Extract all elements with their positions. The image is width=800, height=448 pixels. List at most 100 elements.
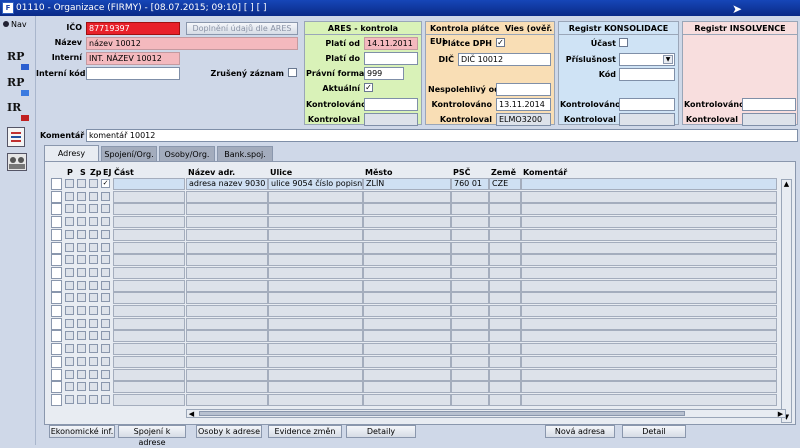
cell-cast[interactable]	[113, 381, 185, 394]
cell-mesto[interactable]	[363, 228, 451, 241]
row-selector[interactable]	[51, 355, 62, 368]
cell-zeme[interactable]	[489, 241, 521, 254]
row-ej-checkbox[interactable]	[101, 191, 110, 201]
row-s-checkbox[interactable]	[77, 394, 86, 404]
cell-nazev[interactable]	[186, 190, 268, 203]
cell-nazev[interactable]	[186, 381, 268, 394]
ares-plati-do-field[interactable]	[364, 52, 418, 65]
ares-kontroloval-field[interactable]	[364, 113, 418, 126]
row-ej-checkbox[interactable]	[101, 293, 110, 303]
row-zp-checkbox[interactable]	[89, 179, 98, 188]
cell-cast[interactable]	[113, 330, 185, 343]
zruseny-checkbox[interactable]	[288, 68, 297, 77]
cell-komentar[interactable]	[521, 254, 777, 267]
row-ej-checkbox[interactable]	[101, 344, 110, 354]
ekonomicke-inf-button[interactable]: Ekonomické inf.	[49, 425, 115, 438]
row-p-checkbox[interactable]	[65, 255, 74, 265]
cell-mesto[interactable]	[363, 279, 451, 292]
table-row[interactable]	[45, 393, 785, 406]
row-zp-checkbox[interactable]	[89, 217, 98, 227]
interni-field[interactable]: INT. NÁZEV 10012	[86, 52, 180, 65]
komentar-field[interactable]: komentář 10012	[86, 129, 798, 142]
ucast-checkbox[interactable]	[619, 38, 628, 47]
cell-cast[interactable]	[113, 266, 185, 279]
cell-psc[interactable]: 760 01	[451, 178, 489, 190]
table-row[interactable]	[45, 254, 785, 267]
table-row[interactable]	[45, 228, 785, 241]
nova-adresa-button[interactable]: Nová adresa	[545, 425, 615, 438]
cell-psc[interactable]	[451, 355, 489, 368]
row-selector[interactable]	[51, 305, 62, 317]
row-ej-checkbox[interactable]	[101, 331, 110, 341]
cell-psc[interactable]	[451, 241, 489, 254]
row-zp-checkbox[interactable]	[89, 318, 98, 328]
cell-psc[interactable]	[451, 317, 489, 330]
ir-button[interactable]: IR	[7, 101, 29, 121]
cell-komentar[interactable]	[521, 330, 777, 343]
cell-ulice[interactable]: ulice 9054 číslo popisné 90	[268, 178, 363, 190]
row-zp-checkbox[interactable]	[89, 204, 98, 214]
row-zp-checkbox[interactable]	[89, 382, 98, 392]
row-selector[interactable]	[51, 381, 62, 394]
row-s-checkbox[interactable]	[77, 191, 86, 201]
table-row[interactable]	[45, 317, 785, 330]
evidence-zmen-button[interactable]: Evidence změn	[268, 425, 342, 438]
cell-zeme[interactable]	[489, 381, 521, 394]
row-ej-checkbox[interactable]	[101, 394, 110, 404]
cell-psc[interactable]	[451, 330, 489, 343]
vertical-scrollbar[interactable]: ▲ ▼	[781, 179, 792, 423]
cell-komentar[interactable]	[521, 190, 777, 203]
interni-kod-field[interactable]	[86, 67, 180, 80]
cell-ulice[interactable]	[268, 317, 363, 330]
cell-psc[interactable]	[451, 216, 489, 229]
row-p-checkbox[interactable]	[65, 356, 74, 366]
row-ej-checkbox[interactable]	[101, 229, 110, 239]
row-p-checkbox[interactable]	[65, 179, 74, 188]
cell-nazev[interactable]	[186, 330, 268, 343]
ares-plati-od-field[interactable]: 14.11.2011	[364, 37, 418, 50]
cell-ulice[interactable]	[268, 190, 363, 203]
cell-zeme[interactable]	[489, 216, 521, 229]
tab-adresy[interactable]: Adresy	[44, 145, 99, 162]
cell-psc[interactable]	[451, 393, 489, 406]
spojeni-k-adrese-button[interactable]: Spojení k adrese	[118, 425, 186, 447]
row-s-checkbox[interactable]	[77, 293, 86, 303]
rp-button-1[interactable]: RP	[7, 50, 29, 70]
cell-ulice[interactable]	[268, 368, 363, 381]
cell-nazev[interactable]	[186, 254, 268, 267]
cell-ulice[interactable]	[268, 343, 363, 356]
table-row[interactable]	[45, 216, 785, 229]
cell-nazev[interactable]	[186, 368, 268, 381]
row-ej-checkbox-checked[interactable]: ✓	[101, 179, 110, 188]
cell-zeme[interactable]	[489, 317, 521, 330]
row-selector[interactable]	[51, 228, 62, 241]
row-s-checkbox[interactable]	[77, 229, 86, 239]
cell-komentar[interactable]	[521, 203, 777, 216]
tab-spojeni[interactable]: Spojení/Org.	[101, 146, 157, 161]
cell-cast[interactable]	[113, 368, 185, 381]
cell-komentar[interactable]	[521, 355, 777, 368]
chevron-down-icon[interactable]: ▼	[663, 55, 673, 64]
cell-cast[interactable]	[113, 343, 185, 356]
table-row[interactable]	[45, 203, 785, 216]
cell-nazev[interactable]	[186, 393, 268, 406]
row-ej-checkbox[interactable]	[101, 280, 110, 290]
scroll-right-icon[interactable]: ▶	[776, 410, 785, 419]
cell-zeme[interactable]	[489, 292, 521, 305]
cell-nazev[interactable]	[186, 355, 268, 368]
scroll-left-icon[interactable]: ◀	[187, 410, 196, 419]
row-selector[interactable]	[51, 254, 62, 267]
cell-komentar[interactable]	[521, 279, 777, 292]
row-s-checkbox[interactable]	[77, 204, 86, 214]
cell-nazev[interactable]	[186, 203, 268, 216]
row-selector[interactable]	[51, 292, 62, 305]
cell-komentar[interactable]	[521, 317, 777, 330]
row-s-checkbox[interactable]	[77, 369, 86, 379]
detaily-button[interactable]: Detaily	[346, 425, 416, 438]
cell-nazev[interactable]: adresa nazev 9030	[186, 178, 268, 190]
cell-zeme[interactable]	[489, 228, 521, 241]
cell-ulice[interactable]	[268, 203, 363, 216]
row-zp-checkbox[interactable]	[89, 280, 98, 290]
table-row[interactable]	[45, 305, 785, 317]
cell-cast[interactable]	[113, 228, 185, 241]
